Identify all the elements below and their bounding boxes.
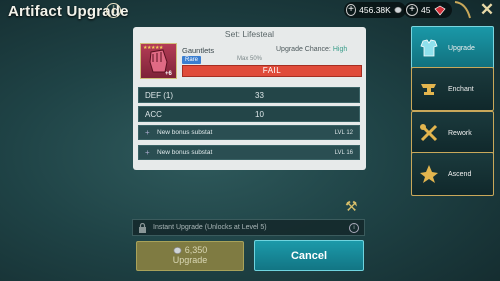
silver-counter[interactable]: + 456.38K [344, 2, 406, 18]
close-button[interactable]: ✕ [478, 0, 496, 19]
gem-counter[interactable]: + 45 [404, 2, 452, 18]
info-icon[interactable]: i [349, 222, 359, 233]
cancel-button[interactable]: Cancel [254, 240, 364, 271]
upgrade-cost: 6,350 [137, 245, 243, 255]
tab-label: Ascend [448, 170, 472, 178]
silver-amount: 456.38K [359, 5, 391, 15]
substat-row: + New bonus substat LVL 16 [138, 145, 360, 160]
star-rating: ★★★★★ [143, 45, 163, 51]
hook-decoration-icon [454, 1, 471, 19]
stat-key: DEF (1) [145, 90, 173, 100]
hammer-icon: ⚒ [345, 198, 358, 214]
stat-row-main: DEF (1) 33 [138, 87, 360, 103]
upgrade-chance: Upgrade Chance: High [276, 46, 347, 53]
add-gems-icon[interactable]: + [406, 4, 418, 16]
gem-amount: 45 [421, 5, 431, 15]
tab-upgrade[interactable]: Upgrade [411, 26, 494, 70]
upgrade-chance-value: High [332, 46, 348, 53]
add-silver-icon[interactable]: + [346, 4, 357, 16]
stat-value: 33 [255, 90, 264, 100]
upgrade-chance-label: Upgrade Chance: [276, 46, 331, 53]
artifact-level: +6 [165, 71, 172, 77]
substat-level: LVL 16 [334, 149, 353, 156]
silver-coin-icon [173, 246, 182, 254]
tab-label: Rework [448, 129, 472, 137]
anvil-icon [418, 78, 440, 100]
upgrade-cost-value: 6,350 [184, 245, 208, 255]
tab-rework[interactable]: Rework [411, 111, 494, 155]
substat-level: LVL 12 [334, 129, 353, 136]
instant-upgrade-toggle[interactable]: Instant Upgrade (Unlocks at Level 5) i [132, 219, 365, 236]
lock-icon [139, 222, 146, 233]
stat-row: ACC 10 [138, 106, 360, 122]
upgrade-button[interactable]: 6,350 Upgrade [136, 241, 244, 271]
stat-key: ACC [145, 109, 162, 119]
stat-value: 10 [255, 109, 264, 119]
upgrade-button-label: Upgrade [172, 255, 208, 265]
ruby-gem-icon [434, 5, 446, 16]
max-chance-text: Max 50% [236, 56, 262, 62]
set-title: Set: Lifesteal [224, 29, 275, 39]
substat-text: New bonus substat [157, 129, 213, 136]
tools-icon [418, 122, 440, 144]
plus-icon: + [145, 128, 150, 137]
info-button[interactable]: i [106, 3, 121, 18]
tab-label: Upgrade [448, 44, 475, 52]
tab-enchant[interactable]: Enchant [411, 67, 494, 111]
instant-upgrade-label: Instant Upgrade (Unlocks at Level 5) [153, 224, 267, 231]
tab-ascend[interactable]: Ascend [411, 152, 494, 196]
substat-text: New bonus substat [157, 149, 213, 156]
ascend-emblem-icon [418, 163, 440, 185]
silver-coin-icon [394, 6, 402, 14]
plus-icon: + [145, 148, 150, 157]
tab-label: Enchant [448, 85, 474, 93]
substat-row: + New bonus substat LVL 12 [138, 125, 360, 140]
result-bar: FAIL [182, 65, 362, 77]
armor-icon [418, 37, 440, 59]
artifact-name: Gauntlets [182, 46, 215, 55]
